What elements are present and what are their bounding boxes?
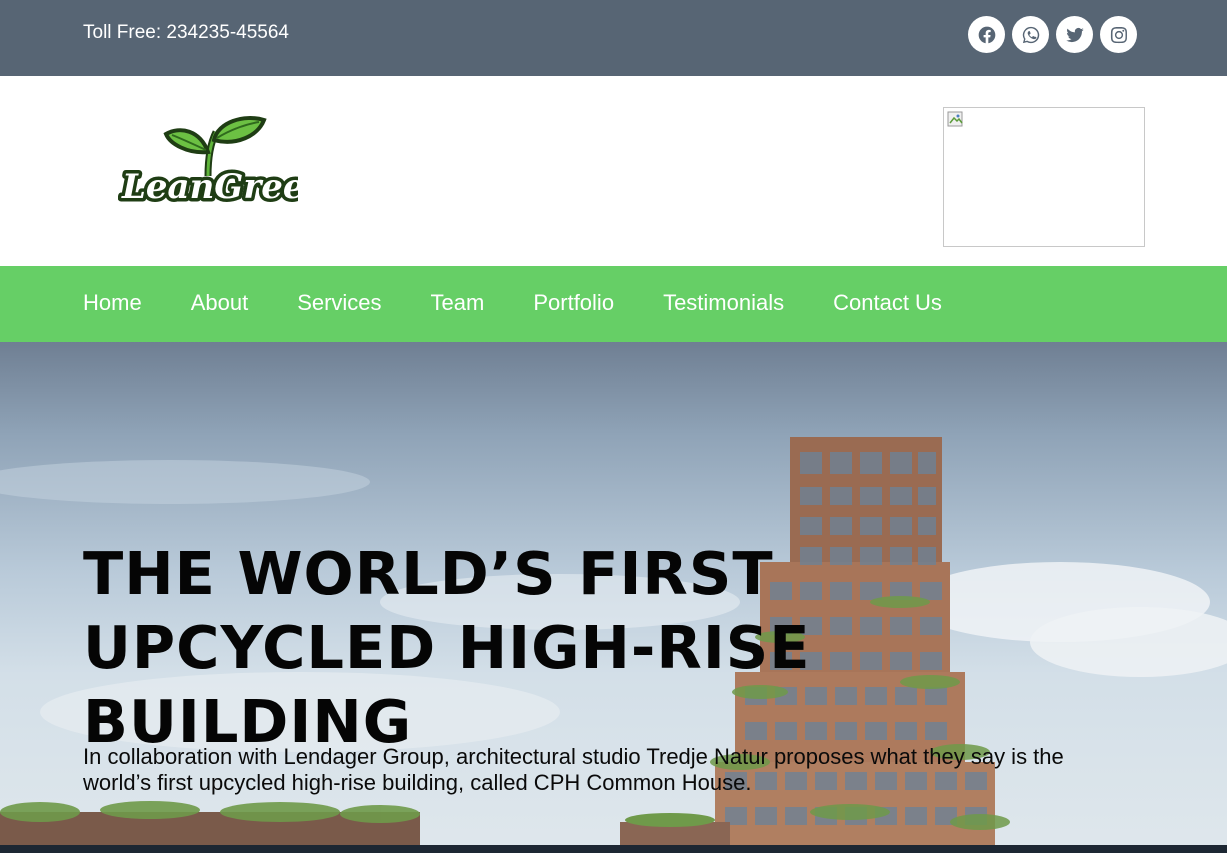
- top-bar: Toll Free: 234235-45564: [0, 0, 1227, 76]
- nav-testimonials[interactable]: Testimonials: [663, 290, 784, 316]
- nav-home[interactable]: Home: [83, 290, 142, 316]
- main-navigation: Home About Services Team Portfolio Testi…: [0, 266, 1227, 342]
- nav-contact-us[interactable]: Contact Us: [833, 290, 942, 316]
- twitter-icon[interactable]: [1056, 16, 1093, 53]
- toll-free-number: Toll Free: 234235-45564: [83, 22, 289, 43]
- site-header: LeanGreen LeanGreen: [0, 76, 1227, 266]
- nav-services[interactable]: Services: [297, 290, 381, 316]
- logo-text: LeanGreen: [121, 167, 298, 207]
- bottom-strip: [0, 845, 1227, 853]
- hero-title: THE WORLD’S FIRST UPCYCLED HIGH-RISE BUI…: [83, 539, 811, 756]
- broken-image-icon: [947, 111, 963, 127]
- instagram-icon[interactable]: [1100, 16, 1137, 53]
- facebook-icon[interactable]: [968, 16, 1005, 53]
- social-links: [968, 16, 1137, 53]
- hero-description: In collaboration with Lendager Group, ar…: [83, 744, 1064, 795]
- nav-portfolio[interactable]: Portfolio: [533, 290, 614, 316]
- whatsapp-icon[interactable]: [1012, 16, 1049, 53]
- nav-about[interactable]: About: [191, 290, 249, 316]
- leangreen-logo[interactable]: LeanGreen LeanGreen: [118, 114, 333, 214]
- nav-team[interactable]: Team: [431, 290, 485, 316]
- header-image-placeholder: [943, 107, 1145, 247]
- hero-section: THE WORLD’S FIRST UPCYCLED HIGH-RISE BUI…: [0, 342, 1227, 853]
